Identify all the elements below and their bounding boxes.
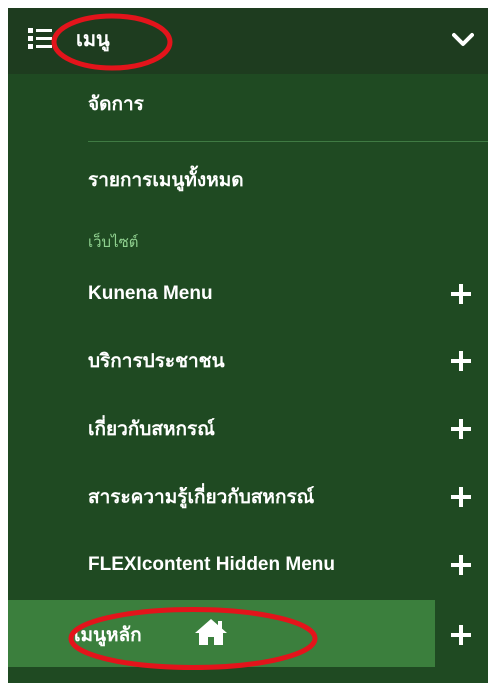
menu-item-label: Kunena Menu <box>88 283 213 304</box>
annotation-circle <box>68 607 318 670</box>
menu-item-label: บริการประชาชน <box>88 351 225 372</box>
plus-icon[interactable] <box>451 351 471 371</box>
plus-icon[interactable] <box>451 419 471 439</box>
menu-item-manage[interactable]: จัดการ <box>8 74 488 134</box>
plus-icon[interactable] <box>451 555 471 575</box>
menu-item-knowledge[interactable]: สาระความรู้เกี่ยวกับสหกรณ์ <box>8 467 488 527</box>
section-label: เว็บไซต์ <box>88 234 139 251</box>
menu-header[interactable]: เมนู <box>8 8 488 74</box>
chevron-down-icon[interactable] <box>452 32 474 48</box>
menu-item-label: จัดการ <box>88 94 144 115</box>
menu-item-label: FLEXIcontent Hidden Menu <box>88 554 335 575</box>
plus-icon[interactable] <box>451 487 471 507</box>
menu-item-about-cooperative[interactable]: เกี่ยวกับสหกรณ์ <box>8 399 488 459</box>
menu-item-flexicontent-hidden[interactable]: FLEXIcontent Hidden Menu <box>8 535 488 595</box>
menu-panel: เมนู จัดการ รายการเมนูทั้งหมด เว็บไซต์ K… <box>8 8 488 683</box>
plus-icon[interactable] <box>451 625 471 645</box>
plus-icon[interactable] <box>451 284 471 304</box>
annotation-circle <box>51 13 173 71</box>
list-icon <box>28 28 52 49</box>
menu-item-kunena[interactable]: Kunena Menu <box>8 264 488 324</box>
menu-item-public-service[interactable]: บริการประชาชน <box>8 331 488 391</box>
menu-item-label: เกี่ยวกับสหกรณ์ <box>88 419 215 440</box>
divider <box>88 141 488 142</box>
menu-item-label: สาระความรู้เกี่ยวกับสหกรณ์ <box>88 487 315 508</box>
menu-item-label: รายการเมนูทั้งหมด <box>88 170 244 191</box>
menu-item-all-menus[interactable]: รายการเมนูทั้งหมด <box>8 150 488 210</box>
